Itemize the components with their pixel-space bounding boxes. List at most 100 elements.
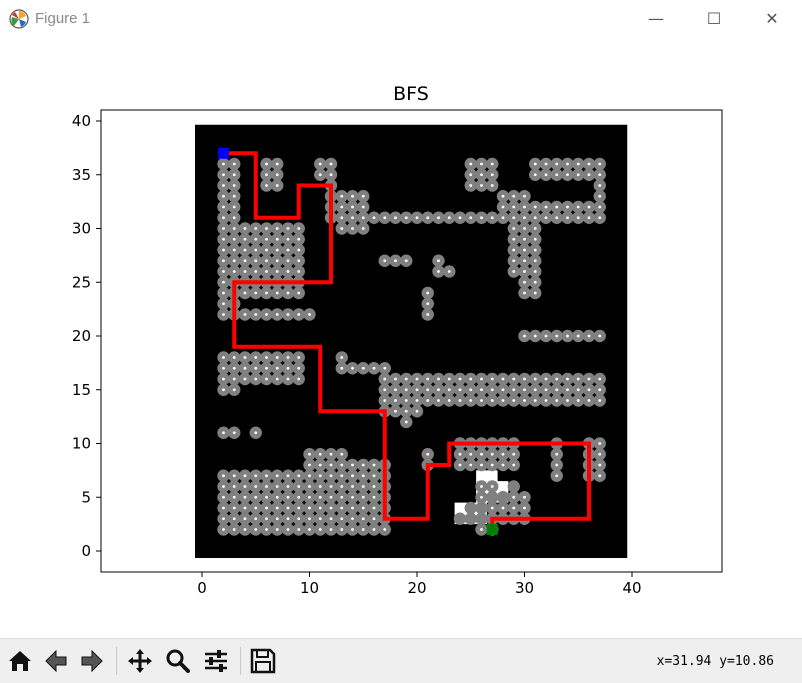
visited-cell-center [286,528,290,531]
visited-cell-center [404,420,408,424]
visited-cell-center [501,388,505,392]
x-tick-label: 30 [515,579,534,597]
visited-cell-center [490,377,494,381]
visited-cell-center [243,356,247,359]
visited-cell-center [555,377,559,381]
visited-cell-center [426,216,430,220]
visited-cell-center [286,259,290,263]
frontier-cell [464,512,477,525]
bfs-plot[interactable]: BFS 0 10 20 30 40 0 5 10 15 20 25 30 35 40 [0,38,802,638]
visited-cell-center [426,302,430,306]
visited-cell-center [512,388,516,392]
visited-cell-center [587,173,591,177]
visited-cell-center [286,356,290,359]
visited-cell-center [297,313,301,316]
configure-subplots-button[interactable] [200,645,232,677]
visited-cell-center [243,291,247,295]
visited-cell-center [501,216,505,220]
visited-cell-center [480,463,483,467]
visited-cell-center [232,205,236,209]
visited-cell-center [254,474,258,478]
visited-cell-center [318,495,322,499]
visited-cell-center [286,313,290,316]
visited-cell-center [297,237,301,241]
visited-cell-center [243,366,247,370]
visited-cell-center [286,227,290,230]
visited-cell-center [297,495,301,499]
visited-cell-center [232,184,236,187]
visited-cell-center [308,452,311,456]
visited-cell-center [383,216,387,220]
visited-cell-center [394,259,397,263]
visited-cell-center [275,184,279,187]
visited-cell-center [480,173,483,177]
unexplored-cell [476,470,498,482]
home-icon [9,651,31,671]
visited-cell-center [533,377,537,381]
visited-cell-center [340,356,344,359]
visited-cell-center [318,517,322,521]
visited-cell-center [265,270,268,273]
visited-cell-center [598,388,602,392]
minimize-button[interactable]: — [627,0,685,38]
visited-cell-center [351,517,354,521]
visited-cell-center [275,377,279,381]
visited-cell-center [598,474,602,478]
visited-cell-center [555,173,559,177]
visited-cell-center [329,474,333,478]
visited-cell-center [361,194,365,198]
visited-cell-center [308,506,311,510]
visited-cell-center [361,463,365,467]
visited-cell-center [447,388,451,392]
visited-cell-center [372,506,376,510]
visited-cell-center [340,506,344,510]
visited-cell-center [243,506,247,510]
visited-cell-center [447,399,451,402]
visited-cell-center [232,366,236,370]
visited-cell-center [480,452,483,456]
visited-cell-center [480,216,483,220]
home-button[interactable] [4,645,36,677]
visited-cell-center [458,463,462,467]
visited-cell-center [243,528,247,531]
visited-cell-center [265,259,268,263]
zoom-button[interactable] [162,645,194,677]
visited-cell-center [265,227,268,230]
visited-cell-center [340,452,344,456]
visited-cell-center [447,270,451,273]
visited-cell-center [501,452,505,456]
visited-cell-center [222,495,225,499]
visited-cell-center [469,377,473,381]
pan-button[interactable] [124,645,156,677]
visited-cell-center [340,517,344,521]
figure-canvas[interactable]: BFS 0 10 20 30 40 0 5 10 15 20 25 30 35 40 [0,38,802,638]
visited-cell-center [415,399,419,402]
save-button[interactable] [247,645,279,677]
visited-cell-center [415,216,419,220]
y-tick-label: 10 [72,435,91,453]
visited-cell-center [243,485,247,488]
visited-cell-center [533,388,537,392]
forward-button[interactable] [76,645,108,677]
visited-cell-center [576,388,580,392]
visited-cell-center [329,506,333,510]
visited-cell-center [329,517,333,521]
visited-cell-center [254,227,258,230]
visited-cell-center [340,463,344,467]
visited-cell-center [232,506,236,510]
back-button[interactable] [40,645,72,677]
visited-cell-center [275,259,279,263]
visited-cell-center [383,528,387,531]
visited-cell-center [265,517,268,521]
visited-cell-center [523,377,526,381]
visited-cell-center [533,205,537,209]
visited-cell-center [222,280,225,284]
frontier-cell [507,480,520,493]
visited-cell-center [222,270,225,273]
close-button[interactable]: ✕ [743,0,801,38]
visited-cell-center [318,463,322,467]
maximize-button[interactable]: ☐ [685,0,743,38]
visited-cell-center [351,216,354,220]
visited-cell-center [523,495,526,499]
visited-cell-center [318,474,322,478]
